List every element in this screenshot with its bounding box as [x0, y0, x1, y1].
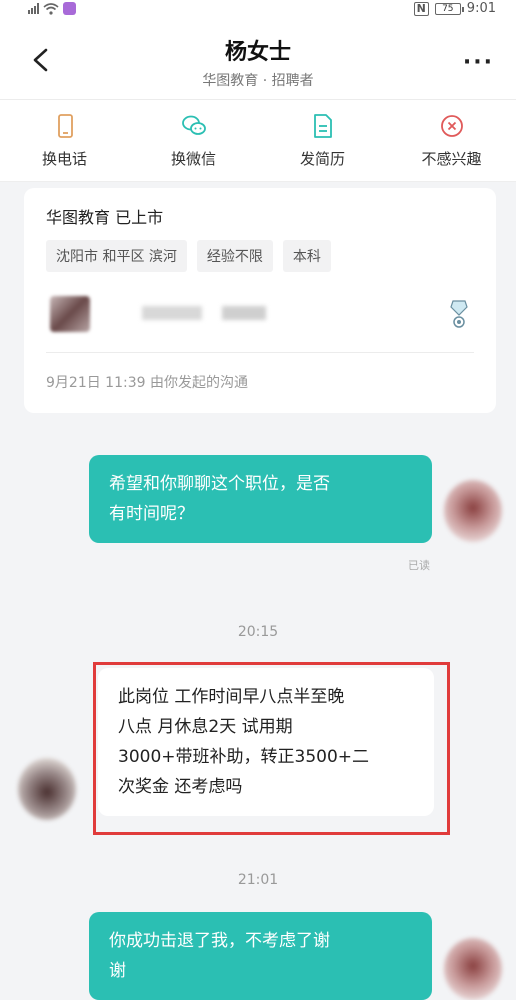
wifi-icon — [43, 2, 59, 15]
recruiter-row — [46, 294, 476, 334]
not-interested-button[interactable]: 不感兴趣 — [387, 100, 516, 181]
status-bar: N 75 9:01 — [0, 0, 516, 20]
signal-icon — [28, 3, 39, 14]
page-subtitle: 华图教育 · 招聘者 — [202, 73, 314, 89]
read-status: 已读 — [408, 559, 430, 572]
my-avatar[interactable] — [444, 480, 502, 542]
certification-badge-icon[interactable] — [448, 298, 470, 330]
status-left — [28, 2, 76, 15]
redacted-text — [142, 306, 202, 320]
more-options-icon[interactable]: ··· — [463, 50, 494, 75]
message-bubble-sent[interactable]: 你成功击退了我，不考虑了谢 谢 — [89, 912, 432, 1000]
message-line: 希望和你聊聊这个职位，是否 — [109, 474, 330, 494]
nfc-icon: N — [413, 1, 429, 16]
resume-icon — [313, 114, 332, 138]
timestamp: 21:01 — [237, 872, 279, 888]
timestamp: 20:15 — [237, 624, 279, 640]
message-line: 谢 — [109, 961, 126, 981]
job-tags: 沈阳市 和平区 滨河 经验不限 本科 — [46, 240, 331, 272]
tag-experience: 经验不限 — [196, 240, 273, 272]
tag-education: 本科 — [282, 240, 331, 272]
conversation-meta: 9月21日 11:39 由你发起的沟通 — [46, 375, 248, 391]
exchange-wechat-button[interactable]: 换微信 — [129, 100, 258, 181]
chat-header: 杨女士 华图教育 · 招聘者 ··· — [0, 20, 516, 100]
action-bar: 换电话 换微信 发简历 不感兴趣 — [0, 100, 516, 182]
exchange-phone-button[interactable]: 换电话 — [0, 100, 129, 181]
recruiter-chat-avatar[interactable] — [18, 758, 76, 820]
battery-icon: 75 — [434, 2, 464, 15]
not-interested-label: 不感兴趣 — [421, 150, 482, 168]
exchange-wechat-label: 换微信 — [170, 150, 216, 168]
message-bubble-received[interactable]: 此岗位 工作时间早八点半至晚 八点 月休息2天 试用期 3000+带班补助，转正… — [98, 668, 434, 816]
divider — [46, 352, 474, 353]
send-resume-button[interactable]: 发简历 — [258, 100, 387, 181]
page-title: 杨女士 — [224, 40, 291, 65]
exchange-phone-label: 换电话 — [41, 150, 87, 168]
status-right: N 75 9:01 — [413, 1, 496, 16]
send-resume-label: 发简历 — [299, 150, 345, 168]
redacted-text — [222, 306, 266, 320]
job-card[interactable]: 华图教育 已上市 沈阳市 和平区 滨河 经验不限 本科 9月21日 11:39 … — [24, 188, 496, 413]
message-line: 此岗位 工作时间早八点半至晚 — [118, 687, 345, 707]
company-name: 华图教育 已上市 — [46, 208, 164, 227]
not-interested-icon — [440, 115, 463, 137]
recruiter-avatar — [50, 296, 90, 332]
app-notification-icon — [63, 2, 76, 15]
message-line: 有时间呢？ — [109, 504, 194, 524]
message-line: 八点 月休息2天 试用期 — [118, 717, 293, 737]
message-line: 3000+带班补助，转正3500+二 — [118, 747, 370, 767]
status-time: 9:01 — [466, 1, 496, 16]
message-line: 你成功击退了我，不考虑了谢 — [109, 931, 330, 951]
tag-location: 沈阳市 和平区 滨河 — [46, 240, 187, 272]
my-avatar[interactable] — [444, 938, 502, 1000]
message-bubble-sent[interactable]: 希望和你聊聊这个职位，是否 有时间呢？ — [89, 455, 432, 543]
wechat-icon — [181, 115, 206, 135]
message-line: 次奖金 还考虑吗 — [118, 777, 243, 797]
phone-icon — [57, 114, 73, 138]
